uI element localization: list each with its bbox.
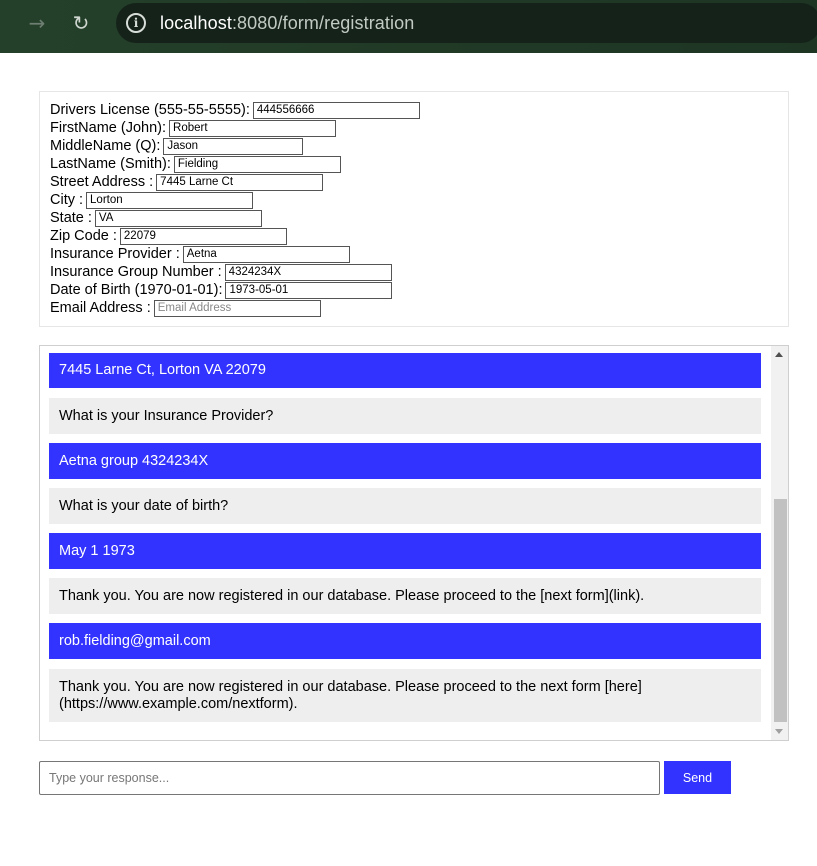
state-label: State :	[50, 210, 92, 226]
last-name-input[interactable]	[173, 155, 341, 173]
form-row-middle-name: MiddleName (Q):	[50, 137, 778, 155]
date-of-birth-input[interactable]	[225, 281, 393, 299]
form-row-insurance-provider: Insurance Provider :	[50, 245, 778, 263]
scroll-thumb[interactable]	[774, 499, 787, 722]
form-row-first-name: FirstName (John):	[50, 119, 778, 137]
form-row-email: Email Address :	[50, 299, 778, 317]
response-input[interactable]	[39, 761, 660, 795]
scroll-up-arrow-icon[interactable]	[775, 352, 783, 357]
bot-message: Thank you. You are now registered in our…	[49, 578, 761, 614]
insurance-group-label: Insurance Group Number :	[50, 264, 222, 280]
insurance-provider-label: Insurance Provider :	[50, 246, 180, 262]
insurance-provider-input[interactable]	[182, 245, 350, 263]
arrow-right-icon[interactable]: →	[24, 10, 50, 36]
email-input[interactable]	[153, 299, 321, 317]
url-host: localhost	[160, 13, 232, 33]
form-row-zip-code: Zip Code :	[50, 227, 778, 245]
user-message: Aetna group 4324234X	[49, 443, 761, 479]
user-message: 7445 Larne Ct, Lorton VA 22079	[49, 353, 761, 388]
form-row-state: State :	[50, 209, 778, 227]
browser-toolbar: → ↻ i localhost:8080/form/registration	[0, 0, 817, 53]
reload-icon[interactable]: ↻	[68, 10, 94, 36]
chat-scrollbar[interactable]	[771, 346, 788, 740]
send-button[interactable]: Send	[664, 761, 731, 794]
url-path: :8080/form/registration	[231, 13, 415, 33]
bot-message: What is your Insurance Provider?	[49, 398, 761, 434]
drivers-license-label: Drivers License (555-55-5555):	[50, 102, 250, 118]
street-address-input[interactable]	[156, 173, 324, 191]
insurance-group-input[interactable]	[224, 263, 392, 281]
first-name-input[interactable]	[169, 119, 337, 137]
bot-message: What is your date of birth?	[49, 488, 761, 524]
zip-code-label: Zip Code :	[50, 228, 117, 244]
middle-name-label: MiddleName (Q):	[50, 138, 161, 154]
form-row-last-name: LastName (Smith):	[50, 155, 778, 173]
first-name-label: FirstName (John):	[50, 120, 167, 136]
city-input[interactable]	[86, 191, 254, 209]
url-text[interactable]: localhost:8080/form/registration	[160, 13, 414, 34]
last-name-label: LastName (Smith):	[50, 156, 171, 172]
form-row-city: City :	[50, 191, 778, 209]
registration-form: Drivers License (555-55-5555): FirstName…	[39, 91, 789, 327]
middle-name-input[interactable]	[163, 137, 304, 155]
city-label: City :	[50, 192, 84, 208]
email-label: Email Address :	[50, 300, 151, 316]
scroll-down-arrow-icon[interactable]	[775, 729, 783, 734]
user-message: rob.fielding@gmail.com	[49, 623, 761, 659]
state-input[interactable]	[94, 209, 262, 227]
drivers-license-input[interactable]	[252, 101, 420, 119]
chat-log[interactable]: 7445 Larne Ct, Lorton VA 22079 What is y…	[39, 345, 789, 741]
form-row-drivers-license: Drivers License (555-55-5555):	[50, 101, 778, 119]
user-message: May 1 1973	[49, 533, 761, 569]
form-row-date-of-birth: Date of Birth (1970-01-01):	[50, 281, 778, 299]
zip-code-input[interactable]	[119, 227, 287, 245]
date-of-birth-label: Date of Birth (1970-01-01):	[50, 282, 223, 298]
form-row-street-address: Street Address :	[50, 173, 778, 191]
form-row-insurance-group: Insurance Group Number :	[50, 263, 778, 281]
info-icon[interactable]: i	[126, 13, 146, 33]
bot-message: Thank you. You are now registered in our…	[49, 669, 761, 722]
street-address-label: Street Address :	[50, 174, 154, 190]
